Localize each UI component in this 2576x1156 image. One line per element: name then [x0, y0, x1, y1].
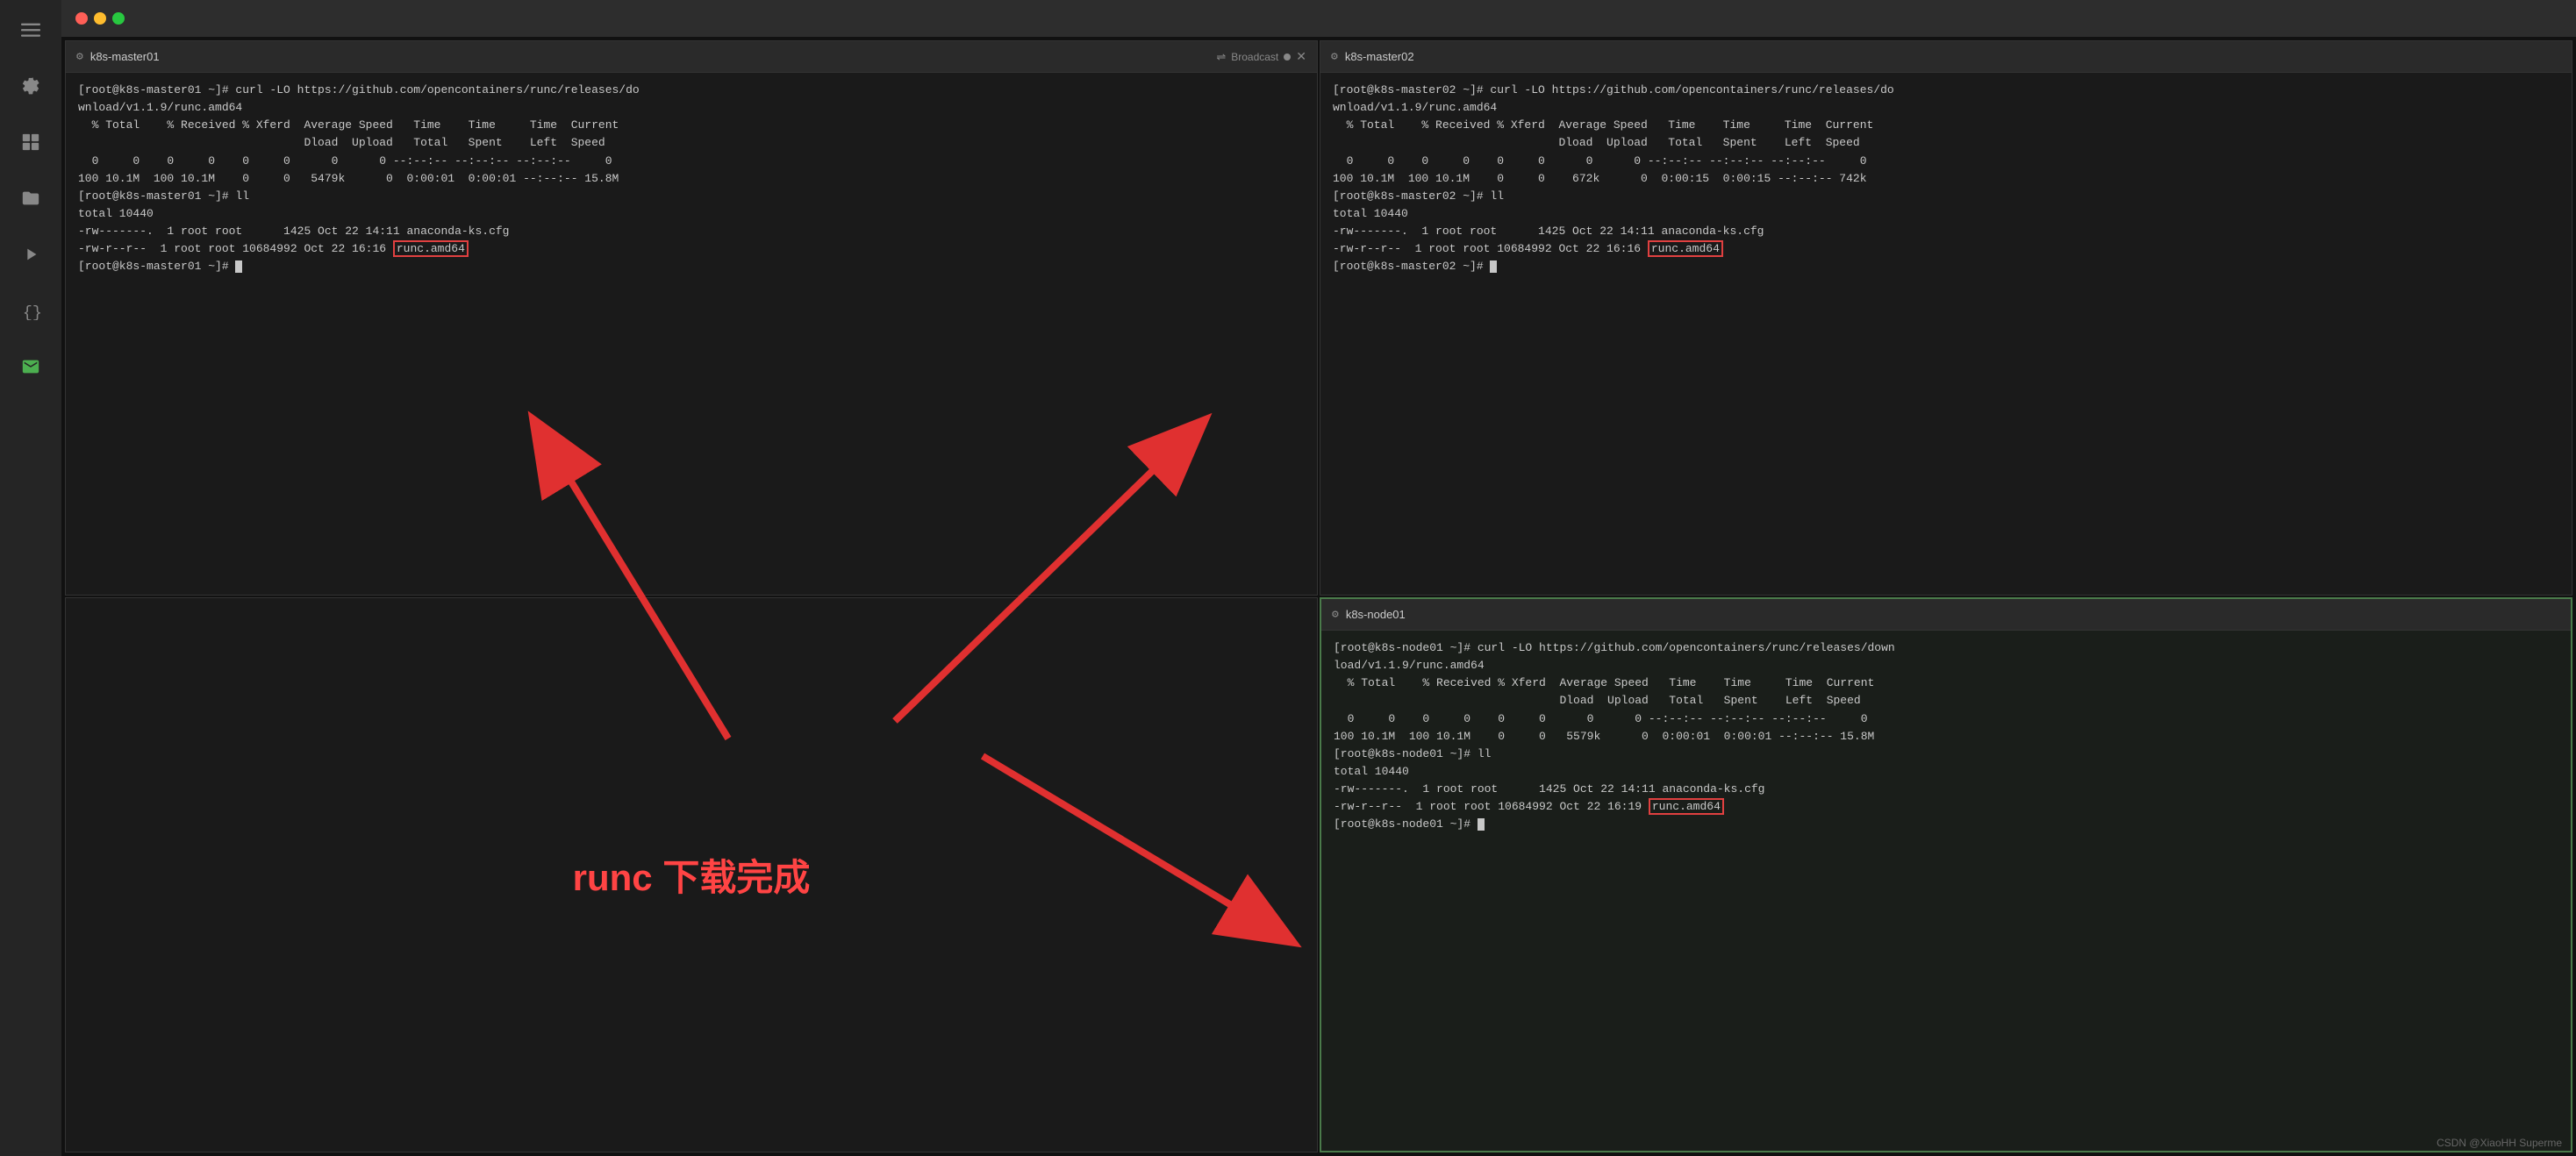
sidebar-envelope-icon[interactable]	[15, 351, 47, 382]
close-button[interactable]	[75, 12, 88, 25]
highlight-runc-node01: runc.amd64	[1649, 798, 1724, 815]
sidebar-menu-icon[interactable]	[15, 14, 47, 46]
panel-master01-content: [root@k8s-master01 ~]# curl -LO https://…	[66, 73, 1317, 595]
minimize-button[interactable]	[94, 12, 106, 25]
annotation-text: runc 下载完成	[573, 848, 811, 902]
sidebar-grid-icon[interactable]	[15, 126, 47, 158]
traffic-lights	[75, 12, 125, 25]
cursor-master02	[1490, 260, 1497, 273]
broadcast-dot	[1284, 54, 1291, 61]
broadcast-icon: ⇌	[1216, 50, 1226, 64]
panel-node01-content: [root@k8s-node01 ~]# curl -LO https://gi…	[1321, 631, 2571, 1151]
broadcast-label: Broadcast	[1231, 51, 1278, 63]
cursor-master01	[235, 260, 242, 273]
sidebar-folder-icon[interactable]	[15, 182, 47, 214]
panel-master01-titlebar: ⚙ k8s-master01 ⇌ Broadcast ✕	[66, 41, 1317, 73]
panel-master01: ⚙ k8s-master01 ⇌ Broadcast ✕ [root@k8s-m…	[65, 40, 1318, 596]
panel-node01-title: k8s-node01	[1346, 608, 1406, 621]
broadcast-area: ⇌ Broadcast ✕	[1216, 49, 1306, 64]
panel-master02-titlebar: ⚙ k8s-master02	[1320, 41, 2572, 73]
panel-master02-title: k8s-master02	[1345, 50, 1414, 63]
maximize-button[interactable]	[112, 12, 125, 25]
highlight-runc-master02: runc.amd64	[1648, 240, 1723, 257]
broadcast-close[interactable]: ✕	[1296, 49, 1306, 64]
cursor-node01	[1478, 818, 1485, 831]
credit-text: CSDN @XiaoHH Superme	[2436, 1137, 2562, 1149]
sidebar-forward-icon[interactable]	[15, 239, 47, 270]
panel-master02: ⚙ k8s-master02 [root@k8s-master02 ~]# cu…	[1320, 40, 2572, 596]
highlight-runc-master01: runc.amd64	[393, 240, 469, 257]
panel-gear-icon: ⚙	[76, 50, 83, 63]
sidebar: {}	[0, 0, 61, 1156]
panel-master01-title: k8s-master01	[90, 50, 160, 63]
sidebar-gear-icon[interactable]	[15, 70, 47, 102]
panel-node01: ⚙ k8s-node01 [root@k8s-node01 ~]# curl -…	[1320, 597, 2572, 1152]
svg-text:{}: {}	[23, 303, 40, 320]
panel-master02-content: [root@k8s-master02 ~]# curl -LO https://…	[1320, 73, 2572, 595]
panel-bottom-left: runc 下载完成	[65, 597, 1318, 1152]
panel-node01-titlebar: ⚙ k8s-node01	[1321, 599, 2571, 631]
sidebar-braces-icon[interactable]: {}	[15, 295, 47, 326]
main-area: ⚙ k8s-master01 ⇌ Broadcast ✕ [root@k8s-m…	[61, 0, 2576, 1156]
panel-master02-gear-icon: ⚙	[1331, 50, 1338, 63]
app-titlebar	[61, 0, 2576, 37]
panel-node01-gear-icon: ⚙	[1332, 608, 1339, 621]
panels-area: ⚙ k8s-master01 ⇌ Broadcast ✕ [root@k8s-m…	[61, 37, 2576, 1156]
